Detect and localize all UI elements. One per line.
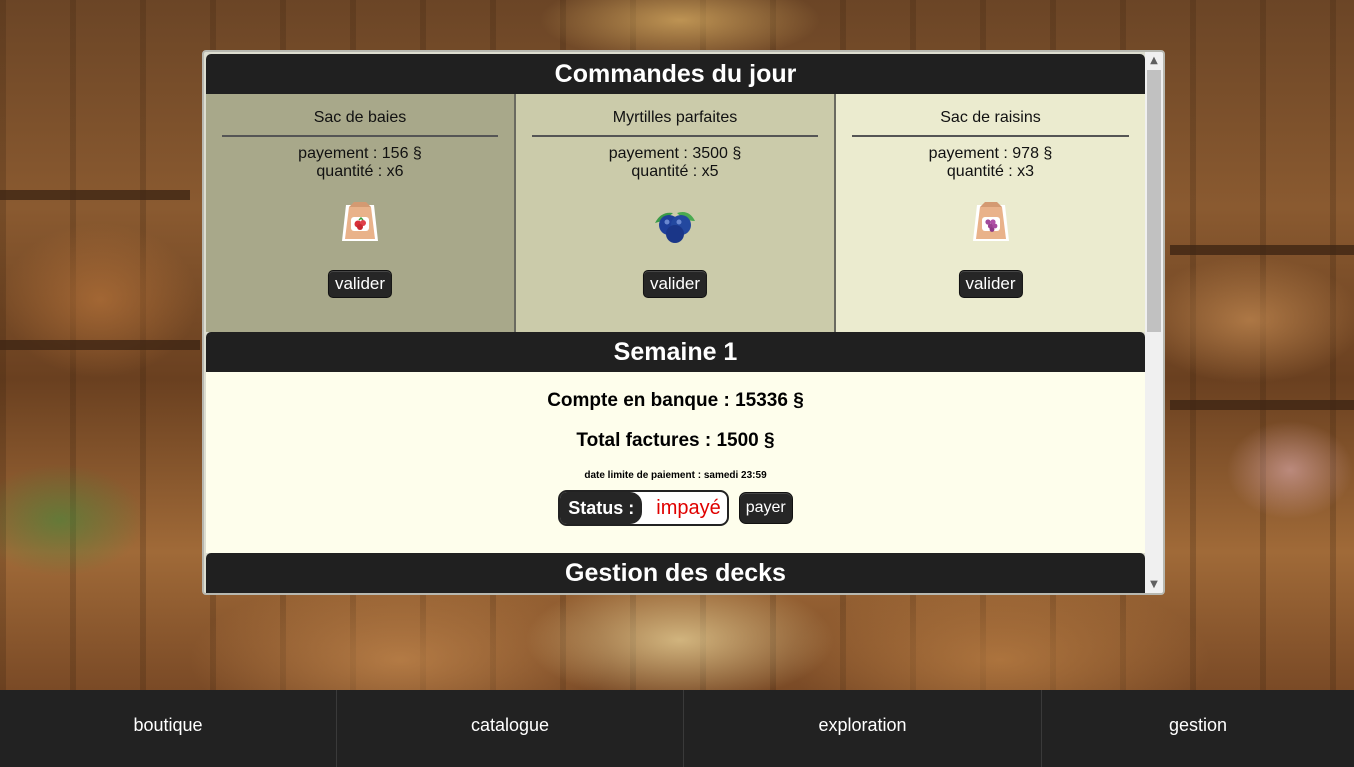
order-card: Myrtilles parfaites payement : 3500 § qu… <box>516 94 836 332</box>
orders-row: Sac de baies payement : 156 § quantité :… <box>206 94 1145 332</box>
bank-balance: Compte en banque : 15336 § <box>547 390 804 411</box>
shelf <box>1170 400 1354 410</box>
status-row: Status : impayé payer <box>206 490 1145 526</box>
blueberry-icon <box>655 212 695 243</box>
shelf <box>1170 245 1354 255</box>
shelf <box>0 190 190 200</box>
week-title: Semaine 1 <box>206 332 1145 372</box>
order-payment: payement : 156 § <box>298 145 422 162</box>
order-card: Sac de baies payement : 156 § quantité :… <box>206 94 516 332</box>
pay-button[interactable]: payer <box>738 492 793 524</box>
nav-item-catalogue[interactable]: catalogue <box>337 690 684 767</box>
scroll-up-icon[interactable]: ▲ <box>1145 52 1163 69</box>
grape-bag-icon <box>972 202 1009 241</box>
status-label: Status : <box>560 492 643 524</box>
nav-item-boutique[interactable]: boutique <box>0 690 337 767</box>
nav-item-gestion[interactable]: gestion <box>1042 690 1354 767</box>
berry-bag-icon <box>342 202 378 241</box>
order-quantity: quantité : x3 <box>946 163 1035 180</box>
order-info: payement : 978 § quantité : x3 <box>836 145 1145 181</box>
main-panel: Commandes du jour Sac de baies payement … <box>202 50 1165 595</box>
decks-title: Gestion des decks <box>206 553 1145 593</box>
payment-deadline: date limite de paiement : samedi 23:59 <box>584 470 767 481</box>
order-quantity: quantité : x5 <box>631 163 719 180</box>
order-name: Sac de raisins <box>852 109 1129 137</box>
order-info: payement : 156 § quantité : x6 <box>206 145 514 181</box>
bottom-nav: boutique catalogue exploration gestion <box>0 690 1354 767</box>
status-value: impayé <box>656 497 721 519</box>
total-bills: Total factures : 1500 § <box>576 430 775 451</box>
order-quantity: quantité : x6 <box>316 163 404 180</box>
validate-button[interactable]: valider <box>327 270 393 298</box>
validate-button[interactable]: valider <box>958 270 1023 298</box>
scroll-down-icon[interactable]: ▼ <box>1145 576 1163 593</box>
order-payment: payement : 3500 § <box>608 145 742 162</box>
order-card: Sac de raisins payement : 978 § quantité… <box>836 94 1145 332</box>
orders-title: Commandes du jour <box>206 54 1145 94</box>
order-info: payement : 3500 § quantité : x5 <box>516 145 834 181</box>
order-name: Myrtilles parfaites <box>532 109 818 137</box>
shelf <box>0 340 200 350</box>
status-badge: Status : impayé <box>558 490 729 526</box>
week-summary: Compte en banque : 15336 § Total facture… <box>206 372 1145 553</box>
order-payment: payement : 978 § <box>928 145 1053 162</box>
panel-content[interactable]: Commandes du jour Sac de baies payement … <box>206 54 1145 593</box>
order-name: Sac de baies <box>222 109 498 137</box>
scrollbar[interactable]: ▲ ▼ <box>1145 52 1163 593</box>
nav-item-exploration[interactable]: exploration <box>684 690 1042 767</box>
validate-button[interactable]: valider <box>642 270 708 298</box>
scroll-thumb[interactable] <box>1147 70 1161 332</box>
